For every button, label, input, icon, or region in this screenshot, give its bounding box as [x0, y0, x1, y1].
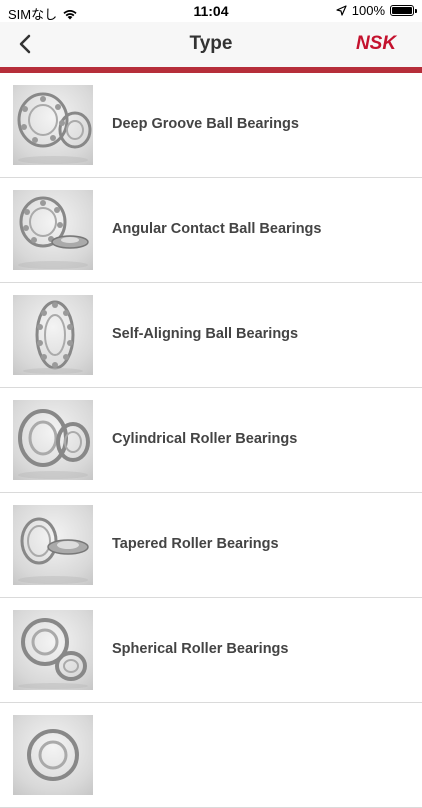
list-item-spherical-roller[interactable]: Spherical Roller Bearings [0, 598, 422, 703]
tapered-roller-bearing-image [13, 505, 93, 585]
list-item-self-aligning[interactable]: Self-Aligning Ball Bearings [0, 283, 422, 388]
list-item-cylindrical-roller[interactable]: Cylindrical Roller Bearings [0, 388, 422, 493]
list-item-partial[interactable] [0, 703, 422, 808]
bearing-type-list: Deep Groove Ball Bearings Angular Contac… [0, 73, 422, 808]
navigation-bar: Type NSK [0, 22, 422, 67]
status-right: 100% [336, 3, 417, 18]
list-item-deep-groove[interactable]: Deep Groove Ball Bearings [0, 73, 422, 178]
list-item-angular-contact[interactable]: Angular Contact Ball Bearings [0, 178, 422, 283]
location-arrow-icon [336, 5, 347, 16]
nsk-logo[interactable]: NSK [350, 33, 402, 51]
battery-icon [390, 5, 417, 16]
item-label: Cylindrical Roller Bearings [112, 431, 298, 447]
item-label: Spherical Roller Bearings [112, 641, 289, 657]
status-bar: SIMなし 11:04 100% [0, 0, 422, 22]
self-aligning-bearing-image [13, 295, 93, 375]
spherical-roller-bearing-image [13, 610, 93, 690]
item-label: Deep Groove Ball Bearings [112, 116, 299, 132]
battery-percent: 100% [351, 3, 385, 18]
item-label: Tapered Roller Bearings [112, 536, 279, 552]
deep-groove-bearing-image [13, 85, 93, 165]
item-label: Self-Aligning Ball Bearings [112, 326, 299, 342]
battery-level [392, 7, 412, 14]
item-label: Angular Contact Ball Bearings [112, 221, 322, 237]
cylindrical-roller-bearing-image [13, 400, 93, 480]
nsk-logo-text: NSK [356, 33, 397, 51]
bearing-image [13, 715, 93, 795]
list-item-tapered-roller[interactable]: Tapered Roller Bearings [0, 493, 422, 598]
angular-contact-bearing-image [13, 190, 93, 270]
